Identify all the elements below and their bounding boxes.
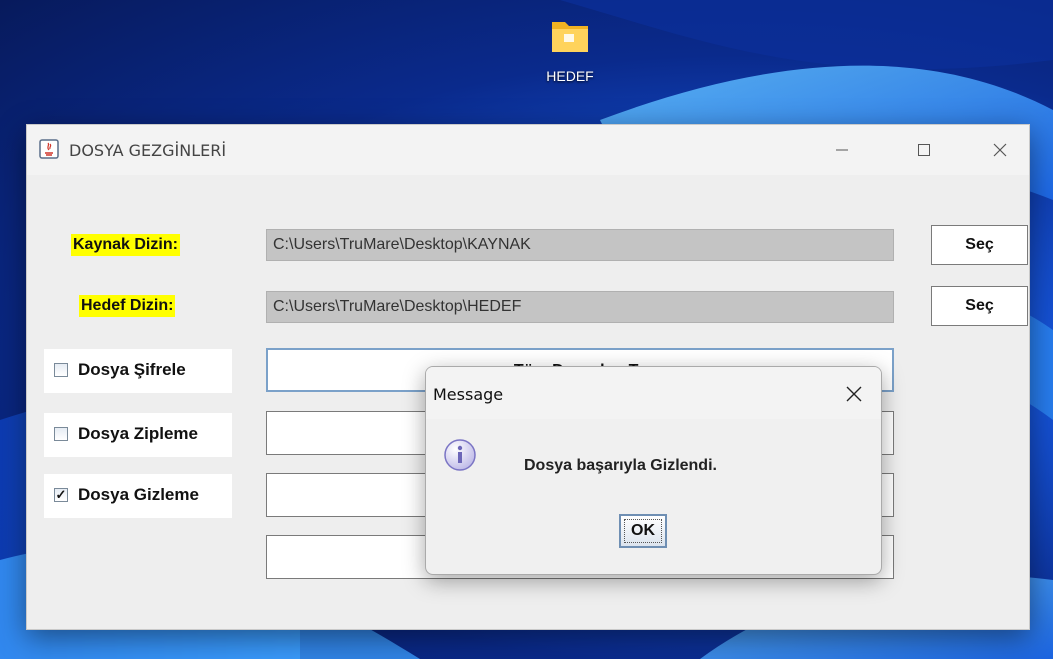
minimize-icon xyxy=(836,149,848,151)
zip-option[interactable]: Dosya Zipleme xyxy=(44,413,232,457)
ok-focus-ring xyxy=(624,519,662,543)
close-icon xyxy=(846,386,862,402)
maximize-button[interactable] xyxy=(895,125,953,175)
select-target-button[interactable]: Seç xyxy=(931,286,1028,326)
target-path-field[interactable]: C:\Users\TruMare\Desktop\HEDEF xyxy=(266,291,894,323)
encrypt-option[interactable]: Dosya Şifrele xyxy=(44,349,232,393)
hide-option[interactable]: ✓ Dosya Gizleme xyxy=(44,474,232,518)
desktop-icon-label: HEDEF xyxy=(546,68,594,84)
close-button[interactable] xyxy=(971,125,1029,175)
folder-icon xyxy=(552,22,588,52)
zip-label: Dosya Zipleme xyxy=(78,424,198,443)
desktop-folder-hedef[interactable]: HEDEF xyxy=(530,10,610,100)
source-path-field[interactable]: C:\Users\TruMare\Desktop\KAYNAK xyxy=(266,229,894,261)
dialog-close-button[interactable] xyxy=(836,377,872,411)
hide-label: Dosya Gizleme xyxy=(78,485,199,504)
title-bar[interactable]: DOSYA GEZGİNLERİ xyxy=(27,125,1029,175)
dialog-title-bar[interactable]: Message xyxy=(426,367,881,419)
zip-checkbox[interactable] xyxy=(54,427,68,441)
dialog-title: Message xyxy=(433,385,504,404)
target-dir-label: Hedef Dizin: xyxy=(79,295,176,317)
encrypt-label: Dosya Şifrele xyxy=(78,360,186,379)
maximize-icon xyxy=(918,144,930,156)
hide-checkbox[interactable]: ✓ xyxy=(54,488,68,502)
close-icon xyxy=(993,143,1007,157)
java-icon xyxy=(39,139,59,159)
dialog-message: Dosya başarıyla Gizlendi. xyxy=(524,457,717,474)
select-source-button[interactable]: Seç xyxy=(931,225,1028,265)
info-icon xyxy=(444,439,476,471)
ok-button[interactable]: OK xyxy=(619,514,667,548)
encrypt-checkbox[interactable] xyxy=(54,363,68,377)
source-dir-label: Kaynak Dizin: xyxy=(71,234,180,256)
message-dialog: Message Dosya başarıyla Gizlendi. OK xyxy=(425,366,882,575)
minimize-button[interactable] xyxy=(813,125,871,175)
window-title: DOSYA GEZGİNLERİ xyxy=(69,141,227,160)
